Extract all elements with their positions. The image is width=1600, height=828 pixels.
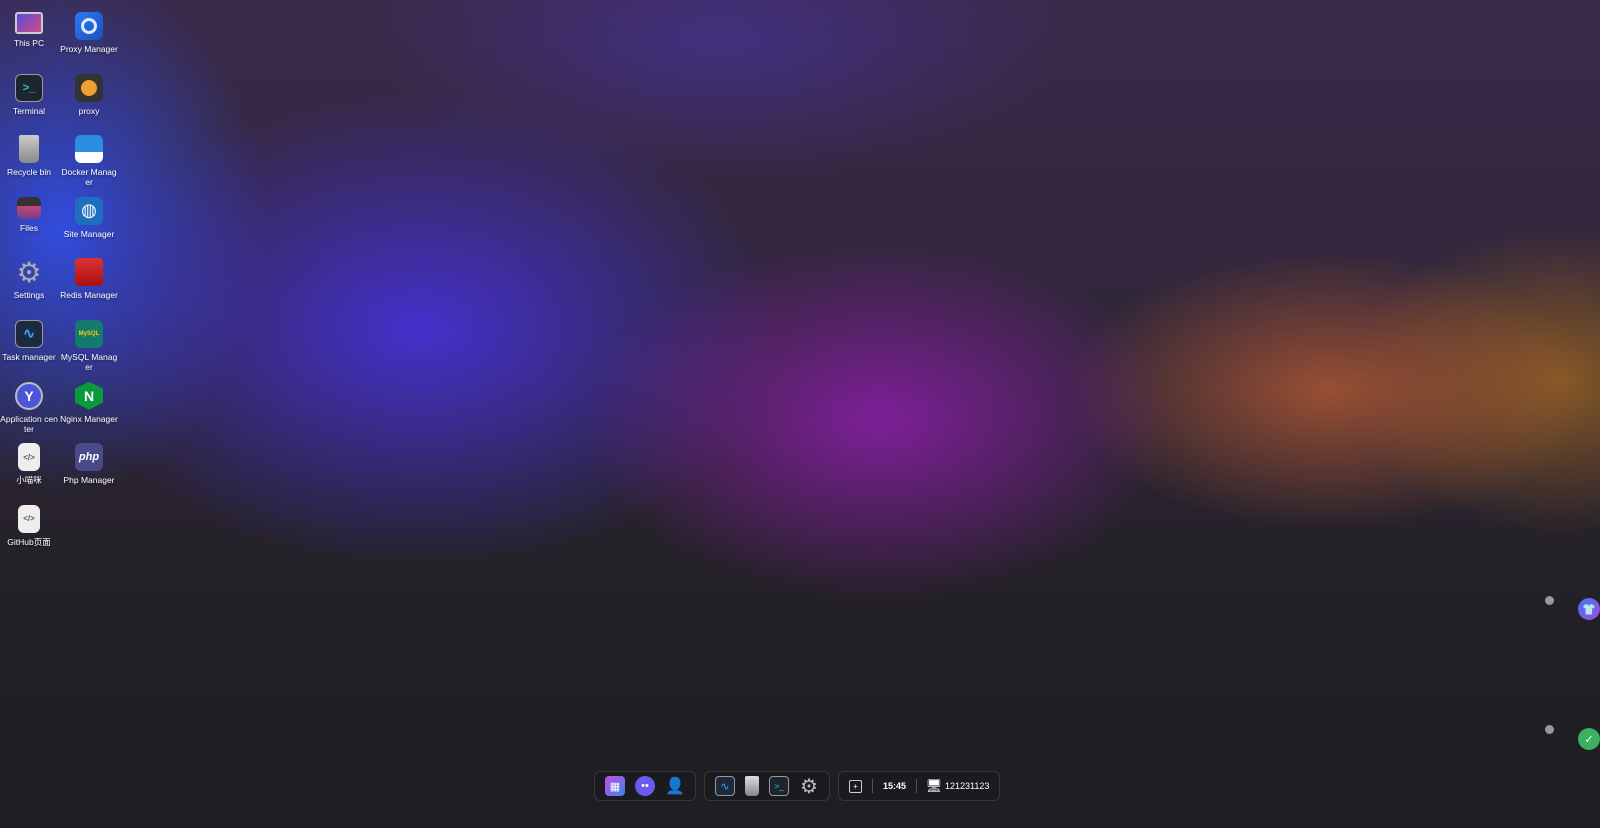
divider	[916, 779, 917, 793]
taskbar-group-status: + 15:45 🖥 121231123	[838, 771, 1000, 801]
user-id[interactable]: 121231123	[945, 781, 989, 791]
app-center-icon: Y	[15, 382, 43, 410]
code-file-icon: </>	[18, 443, 40, 471]
desktop-icon-php-manager[interactable]: phpPhp Manager	[58, 443, 120, 505]
desktop-icon-mysql-manager[interactable]: MySQLMySQL Manager	[58, 320, 120, 382]
desktop-icon-site-manager[interactable]: ◍Site Manager	[58, 197, 120, 259]
desktop-icon-application-center[interactable]: YApplication center	[0, 382, 58, 444]
close-dot[interactable]	[1545, 725, 1554, 734]
code-file-icon: </>	[18, 505, 40, 533]
gear-icon: ⚙	[15, 258, 43, 286]
security-button[interactable]: ✓	[1578, 728, 1600, 750]
server-icon[interactable]: 🖥	[927, 776, 941, 796]
desktop-icon-files[interactable]: Files	[0, 197, 58, 259]
terminal-icon[interactable]: >_	[769, 776, 789, 796]
divider	[872, 779, 873, 793]
mysql-icon: MySQL	[75, 320, 103, 348]
taskbar-group-pinned: ∿ >_ ⚙	[704, 771, 830, 801]
desktop-icon-github-page[interactable]: </>GitHub页面	[0, 505, 58, 567]
desktop-icon-recycle-bin[interactable]: Recycle bin	[0, 135, 58, 197]
desktop-icon-docker-manager[interactable]: Docker Manager	[58, 135, 120, 197]
activity-monitor-icon[interactable]: +	[849, 780, 862, 793]
globe-icon: ◍	[75, 197, 103, 225]
trash-icon	[19, 135, 39, 163]
desktop-icon-task-manager[interactable]: ∿Task manager	[0, 320, 58, 382]
nginx-icon: N	[75, 382, 103, 410]
desktop-icon-terminal[interactable]: >_Terminal	[0, 74, 58, 136]
close-dot[interactable]	[1545, 596, 1554, 605]
proxy-manager-icon	[75, 12, 103, 40]
shirt-icon: 👕	[1582, 603, 1596, 616]
shield-check-icon: ✓	[1584, 733, 1593, 746]
desktop-icon-redis-manager[interactable]: Redis Manager	[58, 258, 120, 320]
redis-icon	[75, 258, 103, 286]
clock: 15:45	[883, 781, 906, 791]
folder-icon	[17, 197, 41, 219]
php-icon: php	[75, 443, 103, 471]
monitor-icon	[15, 12, 43, 34]
task-manager-icon[interactable]: ∿	[715, 776, 735, 796]
assistant-icon[interactable]: ••	[635, 776, 655, 796]
user-icon[interactable]: 👤	[665, 776, 685, 796]
terminal-icon: >_	[15, 74, 43, 102]
desktop-icon-this-pc[interactable]: This PC	[0, 12, 58, 74]
gear-icon[interactable]: ⚙	[799, 776, 819, 796]
taskbar: ▦ •• 👤 ∿ >_ ⚙ + 15:45 🖥 121231123	[594, 771, 1000, 801]
desktop-icon-proxy[interactable]: proxy	[58, 74, 120, 136]
desktop-icons: This PC Proxy Manager >_Terminal proxy R…	[0, 12, 120, 566]
activity-icon: ∿	[15, 320, 43, 348]
trash-icon[interactable]	[745, 776, 759, 796]
desktop-icon-proxy-manager[interactable]: Proxy Manager	[58, 12, 120, 74]
desktop-icon-settings[interactable]: ⚙Settings	[0, 258, 58, 320]
proxy-icon	[75, 74, 103, 102]
desktop-icon-nginx-manager[interactable]: NNginx Manager	[58, 382, 120, 444]
docker-icon	[75, 135, 103, 163]
desktop-icon-xiaomiaomi[interactable]: </>小喵咪	[0, 443, 58, 505]
start-menu-icon[interactable]: ▦	[605, 776, 625, 796]
taskbar-group-apps: ▦ •• 👤	[594, 771, 696, 801]
theme-button[interactable]: 👕	[1578, 598, 1600, 620]
